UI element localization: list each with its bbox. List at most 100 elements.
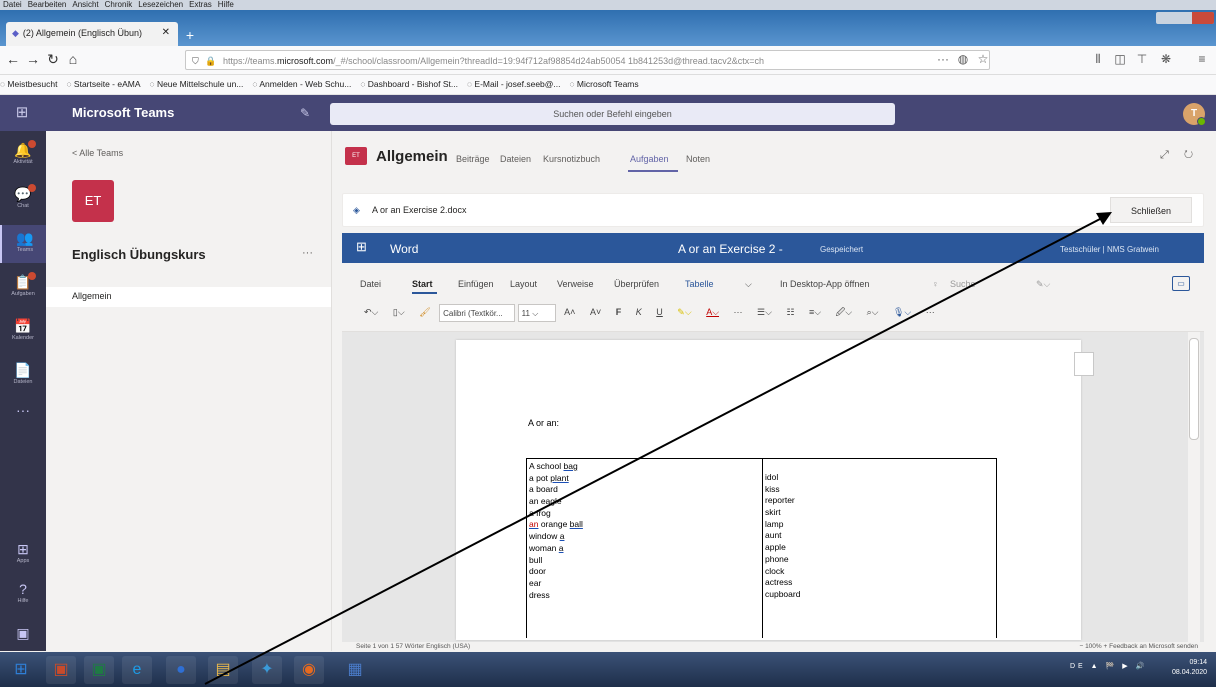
browser-tab[interactable]: ◆ (2) Allgemein (Englisch Übun) ✕ <box>6 22 178 46</box>
channel-item-label[interactable]: Allgemein <box>72 291 112 301</box>
bold-icon[interactable]: F <box>616 307 622 317</box>
find-icon[interactable]: ⌕⌵ <box>867 307 879 317</box>
menu-item-hilfe[interactable]: Hilfe <box>218 0 234 9</box>
tab-aufgaben[interactable]: Aufgaben <box>630 154 669 164</box>
italic-icon[interactable]: K <box>636 307 642 317</box>
clipboard-icon[interactable]: ▯⌵ <box>393 307 405 317</box>
table-cell[interactable]: dress <box>529 590 583 602</box>
highlight-icon[interactable]: ✎⌵ <box>677 307 691 317</box>
tab-noten[interactable]: Noten <box>686 154 710 164</box>
start-orb-icon[interactable]: ⊞ <box>6 656 36 684</box>
menu-item-lesezeichen[interactable]: Lesezeichen <box>138 0 183 9</box>
extension-icon[interactable]: ⊤ <box>1134 51 1150 67</box>
word-file-title[interactable]: A or an Exercise 2 - <box>678 242 783 256</box>
font-color-icon[interactable]: A⌵ <box>706 307 719 317</box>
url-bar[interactable]: ⛉ 🔒 https://teams.microsoft.com/_#/schoo… <box>185 50 990 70</box>
compose-icon[interactable]: ✎ <box>300 104 318 122</box>
bookmark-item[interactable]: ◌ Neue Mittelschule un... <box>150 79 244 89</box>
grow-font-icon[interactable]: A˄ <box>564 307 575 317</box>
table-cell[interactable]: idol <box>765 472 800 484</box>
apps-button[interactable]: ⊞ Apps <box>0 536 46 574</box>
chevron-down-icon[interactable]: ⌵ <box>745 279 752 290</box>
rail-item-chat[interactable]: 💬 Chat <box>0 181 46 219</box>
team-more-options-icon[interactable]: ··· <box>302 247 313 259</box>
status-right[interactable]: − 100% + Feedback an Microsoft senden <box>1079 642 1198 652</box>
bookmark-item[interactable]: ◌ E-Mail - josef.seeb@... <box>467 79 561 89</box>
close-tab-icon[interactable]: ✕ <box>162 22 170 44</box>
ribbon-more-icon[interactable]: ··· <box>926 307 935 317</box>
pen-icon[interactable]: ✎⌵ <box>1036 279 1050 290</box>
table-cell[interactable]: a pot plant <box>529 473 583 485</box>
table-cell[interactable]: reporter <box>765 495 800 507</box>
dictate-icon[interactable]: 🎙⌵ <box>893 307 911 317</box>
rail-item-kalender[interactable]: 📅 Kalender <box>0 313 46 351</box>
menu-item-bearbeiten[interactable]: Bearbeiten <box>28 0 67 9</box>
table-cell[interactable]: A school bag <box>529 461 583 473</box>
menu-item-chronik[interactable]: Chronik <box>105 0 133 9</box>
table-cell[interactable]: actress <box>765 577 800 589</box>
numbering-icon[interactable]: ☷ <box>786 307 794 317</box>
back-to-teams-link[interactable]: < Alle Teams <box>72 148 123 158</box>
table-cell[interactable]: an orange ball <box>529 519 583 531</box>
bullets-icon[interactable]: ☰⌵ <box>757 307 772 317</box>
app-taskbar-icon[interactable]: ▦ <box>340 656 370 684</box>
firefox-taskbar-icon[interactable]: ◉ <box>294 656 324 684</box>
table-cell[interactable]: phone <box>765 554 800 566</box>
table-cell[interactable]: lamp <box>765 519 800 531</box>
folder-taskbar-icon[interactable]: ▤ <box>208 656 238 684</box>
open-in-desktop-button[interactable]: In Desktop-App öffnen <box>780 279 869 289</box>
addon-icon[interactable]: ❋ <box>1158 51 1174 67</box>
menu-item-extras[interactable]: Extras <box>189 0 212 9</box>
tool-taskbar-icon[interactable]: ✦ <box>252 656 282 684</box>
table-cell[interactable]: clock <box>765 566 800 578</box>
underline-icon[interactable]: U <box>656 307 663 317</box>
more-apps-icon[interactable]: ··· <box>0 397 46 435</box>
taskbar-clock[interactable]: 09:14 08.04.2020 <box>1172 658 1207 678</box>
bookmark-item[interactable]: ◌ Startseite - eAMA <box>67 79 141 89</box>
search-input[interactable]: Suchen oder Befehl eingeben <box>330 103 895 125</box>
table-cell[interactable]: ear <box>529 578 583 590</box>
ribbon-tab-tabelle[interactable]: Tabelle <box>685 279 714 289</box>
shrink-font-icon[interactable]: A˅ <box>590 307 601 317</box>
undo-icon[interactable]: ↶⌵ <box>364 307 378 317</box>
excel-taskbar-icon[interactable]: ▣ <box>84 656 114 684</box>
font-name-dropdown[interactable]: Calibri (Textkör... <box>439 303 516 322</box>
tab-dateien[interactable]: Dateien <box>500 154 531 164</box>
rail-item-aufgaben[interactable]: 📋 Aufgaben <box>0 269 46 307</box>
ribbon-tab-ueberpruefen[interactable]: Überprüfen <box>614 279 659 289</box>
rail-item-dateien[interactable]: 📄 Dateien <box>0 357 46 395</box>
ribbon-tab-einfuegen[interactable]: Einfügen <box>458 279 494 289</box>
sidebar-icon[interactable]: ◫ <box>1112 51 1128 67</box>
rail-item-teams[interactable]: 👥 Teams <box>0 225 48 263</box>
tab-kursnotizbuch[interactable]: Kursnotizbuch <box>543 154 600 164</box>
reload-icon[interactable]: ↻ <box>44 49 62 69</box>
ribbon-tab-verweise[interactable]: Verweise <box>557 279 594 289</box>
bookmark-item[interactable]: ◌ Meistbesucht <box>0 79 58 89</box>
home-icon[interactable]: ⌂ <box>64 49 82 69</box>
forward-arrow-icon[interactable]: → <box>24 49 42 69</box>
menu-item-datei[interactable]: Datei <box>3 0 22 9</box>
bookmark-item[interactable]: ◌ Dashboard - Bishof St... <box>360 79 458 89</box>
help-button[interactable]: ? Hilfe <box>0 576 46 614</box>
window-controls[interactable] <box>1156 12 1214 24</box>
table-cell[interactable]: window a <box>529 531 583 543</box>
format-painter-icon[interactable]: 🖌 <box>419 307 430 317</box>
ribbon-tab-layout[interactable]: Layout <box>510 279 537 289</box>
bookmark-item[interactable]: ◌ Microsoft Teams <box>570 79 639 89</box>
window-close-button[interactable] <box>1192 12 1214 24</box>
teams-taskbar-icon[interactable]: ● <box>166 656 196 684</box>
ie-taskbar-icon[interactable]: e <box>122 656 152 684</box>
table-cell[interactable]: a board <box>529 484 583 496</box>
styles-icon[interactable]: 🖉⌵ <box>836 307 852 317</box>
comment-icon[interactable]: ▭ <box>1172 276 1190 291</box>
word-app-launcher-icon[interactable]: ⊞ <box>356 239 367 255</box>
tab-beitraege[interactable]: Beiträge <box>456 154 490 164</box>
library-icon[interactable]: ⫴ <box>1090 51 1106 67</box>
page-actions-icon[interactable]: ··· <box>935 51 951 67</box>
table-cell[interactable]: a frog <box>529 508 583 520</box>
rail-item-aktivität[interactable]: 🔔 Aktivität <box>0 137 46 175</box>
bookmark-item[interactable]: ◌ Anmelden - Web Schu... <box>252 79 351 89</box>
menu-item-ansicht[interactable]: Ansicht <box>72 0 98 9</box>
table-cell[interactable]: an eagle <box>529 496 583 508</box>
table-cell[interactable]: cupboard <box>765 589 800 601</box>
